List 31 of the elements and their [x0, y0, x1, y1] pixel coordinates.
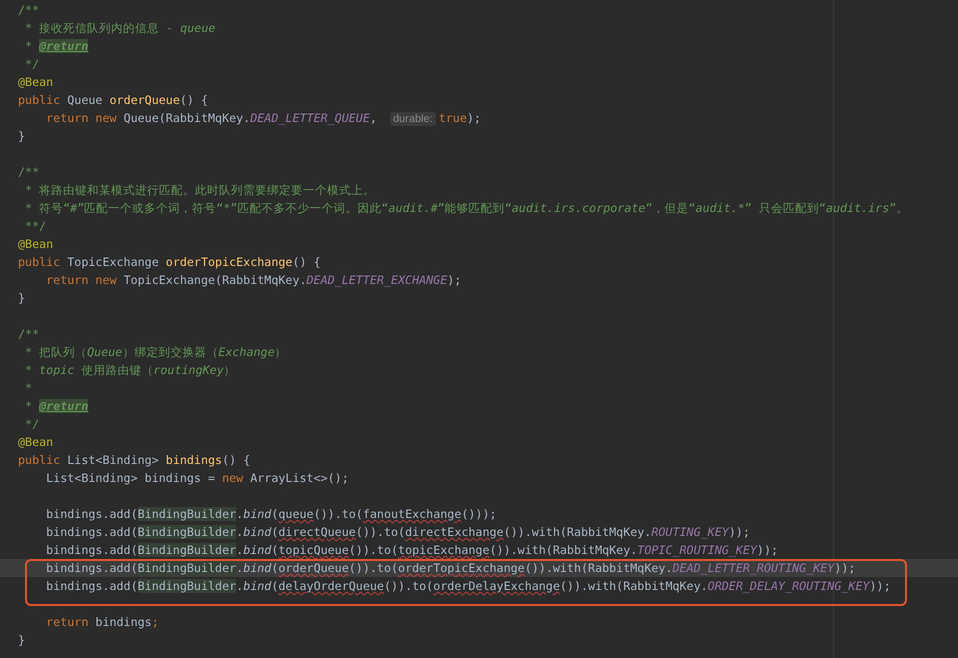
code-line: /** [17, 326, 40, 343]
code-line: * @return [24, 398, 90, 415]
code-line: public Queue orderQueue() { [17, 92, 210, 109]
code-line: } [17, 290, 26, 307]
code-line: **/ [24, 218, 48, 235]
code-line: return new TopicExchange(RabbitMqKey.DEAD_LETTER_EXCHANGE); [45, 272, 462, 289]
code-line: } [17, 632, 26, 649]
code-line: bindings.add(BindingBuilder.bind(queue()).to(fanoutExchange())); [45, 506, 498, 523]
code-line: public List<Binding> bindings() { [17, 452, 252, 469]
code-line: */ [24, 416, 40, 433]
code-line: return bindings; [45, 614, 160, 631]
code-line: * [24, 380, 34, 397]
code-line: bindings.add(BindingBuilder.bind(delayOrderQueue()).to(orderDelayExchange()).with(RabbitMqKey.ORDER_DELAY_ROUTING_KEY)); [45, 578, 892, 595]
code-line: } [17, 128, 26, 145]
code-line: */ [24, 56, 40, 73]
code-line: * 把队列（Queue）绑定到交换器（Exchange） [24, 344, 288, 361]
code-line: List<Binding> bindings = new ArrayList<>(); [45, 470, 350, 487]
code-line: return new Queue(RabbitMqKey.DEAD_LETTER_QUEUE, durable: true); [45, 110, 482, 127]
code-line: /** [17, 2, 40, 19]
code-line: bindings.add(BindingBuilder.bind(directQueue()).to(directExchange()).with(RabbitMqKey.ROUTING_KEY)); [45, 524, 751, 541]
code-line: @Bean [17, 434, 54, 451]
code-line: * 符号“#”匹配一个或多个词，符号“*”匹配不多不少一个词。因此“audit.#”能够匹配到“audit.irs.corporate”，但是“audit.*” 只会匹配到“audit.irs”。 [24, 200, 910, 217]
code-line: @Bean [17, 236, 54, 253]
code-line: @Bean [17, 74, 54, 91]
code-line: * 将路由键和某模式进行匹配。此时队列需要绑定要一个模式上。 [24, 182, 376, 199]
code-line: /** [17, 164, 40, 181]
code-line: * 接收死信队列内的信息 - queue [24, 20, 216, 37]
code-line: bindings.add(BindingBuilder.bind(topicQueue()).to(topicExchange()).with(RabbitMqKey.TOPIC_ROUTING_KEY)); [45, 542, 780, 559]
code-line: * @return [24, 38, 90, 55]
code-line: public TopicExchange orderTopicExchange() { [17, 254, 322, 271]
code-line: * topic 使用路由键（routingKey） [24, 362, 237, 379]
